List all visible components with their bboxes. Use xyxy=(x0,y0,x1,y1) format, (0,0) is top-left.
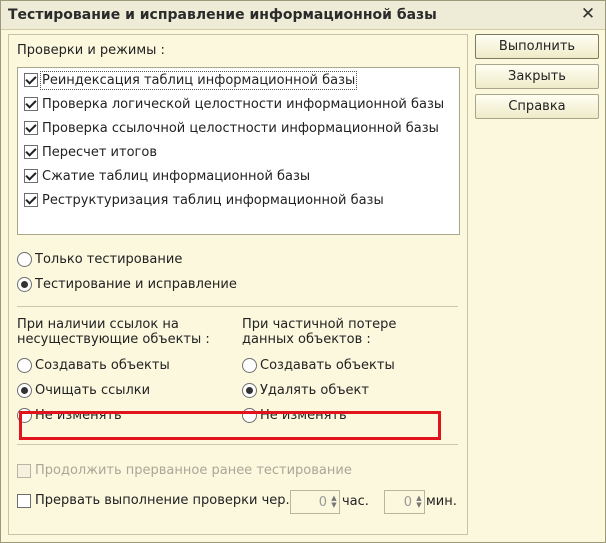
radio-partial-delete[interactable]: Удалять объект xyxy=(242,383,369,398)
checkbox-icon[interactable] xyxy=(17,493,31,508)
interrupt-checkbox[interactable]: Прервать выполнение проверки чер... xyxy=(17,493,298,508)
minutes-stepper[interactable]: 0 ▲ ▼ xyxy=(384,490,425,514)
hours-stepper[interactable]: 0 ▲ ▼ xyxy=(290,490,340,514)
check-icon[interactable] xyxy=(24,73,38,87)
highlight-annotation xyxy=(19,411,441,440)
hours-unit: час. xyxy=(342,494,369,509)
checks-list: Реиндексация таблиц информационной базы … xyxy=(17,67,460,235)
interrupt-label: Прервать выполнение проверки чер... xyxy=(35,493,298,508)
radio-icon[interactable] xyxy=(17,252,32,267)
radio-test-and-fix[interactable]: Тестирование и исправление xyxy=(17,277,237,292)
radio-missing-clear[interactable]: Очищать ссылки xyxy=(17,383,150,398)
radio-label: Удалять объект xyxy=(260,383,369,398)
stepper-arrows-icon[interactable]: ▲ ▼ xyxy=(414,495,424,509)
minutes-unit: мин. xyxy=(426,494,457,509)
minutes-value: 0 xyxy=(403,494,412,510)
check-item-recalc[interactable]: Пересчет итогов xyxy=(24,141,157,163)
settings-panel: Проверки и режимы : Реиндексация таблиц … xyxy=(8,34,468,535)
radio-test-only[interactable]: Только тестирование xyxy=(17,252,182,267)
divider xyxy=(17,306,458,307)
check-item-logical[interactable]: Проверка логической целостности информац… xyxy=(24,93,444,115)
check-item-label: Проверка логической целостности информац… xyxy=(42,96,445,112)
dialog-window: Тестирование и исправление информационно… xyxy=(0,0,606,543)
divider xyxy=(17,444,458,445)
radio-label: Очищать ссылки xyxy=(35,383,151,398)
check-item-label: Пересчет итогов xyxy=(42,144,157,160)
check-item-reindex[interactable]: Реиндексация таблиц информационной базы xyxy=(24,69,453,91)
check-icon[interactable] xyxy=(24,97,38,111)
title-bar[interactable]: Тестирование и исправление информационно… xyxy=(1,1,605,30)
help-button[interactable]: Справка xyxy=(475,94,599,119)
check-icon[interactable] xyxy=(24,145,38,159)
radio-missing-create[interactable]: Создавать объекты xyxy=(17,358,170,373)
stepper-arrows-icon[interactable]: ▲ ▼ xyxy=(329,495,339,509)
checks-label: Проверки и режимы : xyxy=(17,43,165,58)
continue-interrupted-label: Продолжить прерванное ранее тестирование xyxy=(35,463,352,478)
window-title: Тестирование и исправление информационно… xyxy=(8,7,437,23)
check-item-label: Сжатие таблиц информационной базы xyxy=(42,168,311,184)
missing-refs-label-2: несуществующие объекты : xyxy=(17,332,210,347)
check-item-compress[interactable]: Сжатие таблиц информационной базы xyxy=(24,165,310,187)
check-item-restructure[interactable]: Реструктуризация таблиц информационной б… xyxy=(24,189,384,211)
radio-icon[interactable] xyxy=(242,383,257,398)
radio-icon[interactable] xyxy=(17,358,32,373)
radio-label: Только тестирование xyxy=(35,252,183,267)
radio-icon[interactable] xyxy=(17,277,32,292)
check-icon[interactable] xyxy=(24,169,38,183)
hours-value: 0 xyxy=(318,494,327,510)
check-item-label: Проверка ссылочной целостности информаци… xyxy=(42,120,439,136)
radio-label: Тестирование и исправление xyxy=(35,277,237,292)
radio-icon[interactable] xyxy=(17,383,32,398)
check-item-label: Реиндексация таблиц информационной базы xyxy=(39,70,358,90)
continue-interrupted-checkbox[interactable]: Продолжить прерванное ранее тестирование xyxy=(17,463,352,478)
check-item-label: Реструктуризация таблиц информационной б… xyxy=(42,192,384,208)
partial-loss-label-2: данных объектов : xyxy=(242,332,371,347)
checkbox-icon[interactable] xyxy=(17,463,31,478)
radio-label: Создавать объекты xyxy=(260,358,395,373)
check-item-referential[interactable]: Проверка ссылочной целостности информаци… xyxy=(24,117,439,139)
radio-partial-create[interactable]: Создавать объекты xyxy=(242,358,395,373)
close-icon[interactable]: ✕ xyxy=(579,5,597,23)
radio-icon[interactable] xyxy=(242,358,257,373)
close-button[interactable]: Закрыть xyxy=(475,64,599,89)
partial-loss-label-1: При частичной потере xyxy=(242,317,397,332)
missing-refs-label-1: При наличии ссылок на xyxy=(17,317,179,332)
run-button[interactable]: Выполнить xyxy=(475,34,599,59)
check-icon[interactable] xyxy=(24,121,38,135)
radio-label: Создавать объекты xyxy=(35,358,170,373)
check-icon[interactable] xyxy=(24,193,38,207)
